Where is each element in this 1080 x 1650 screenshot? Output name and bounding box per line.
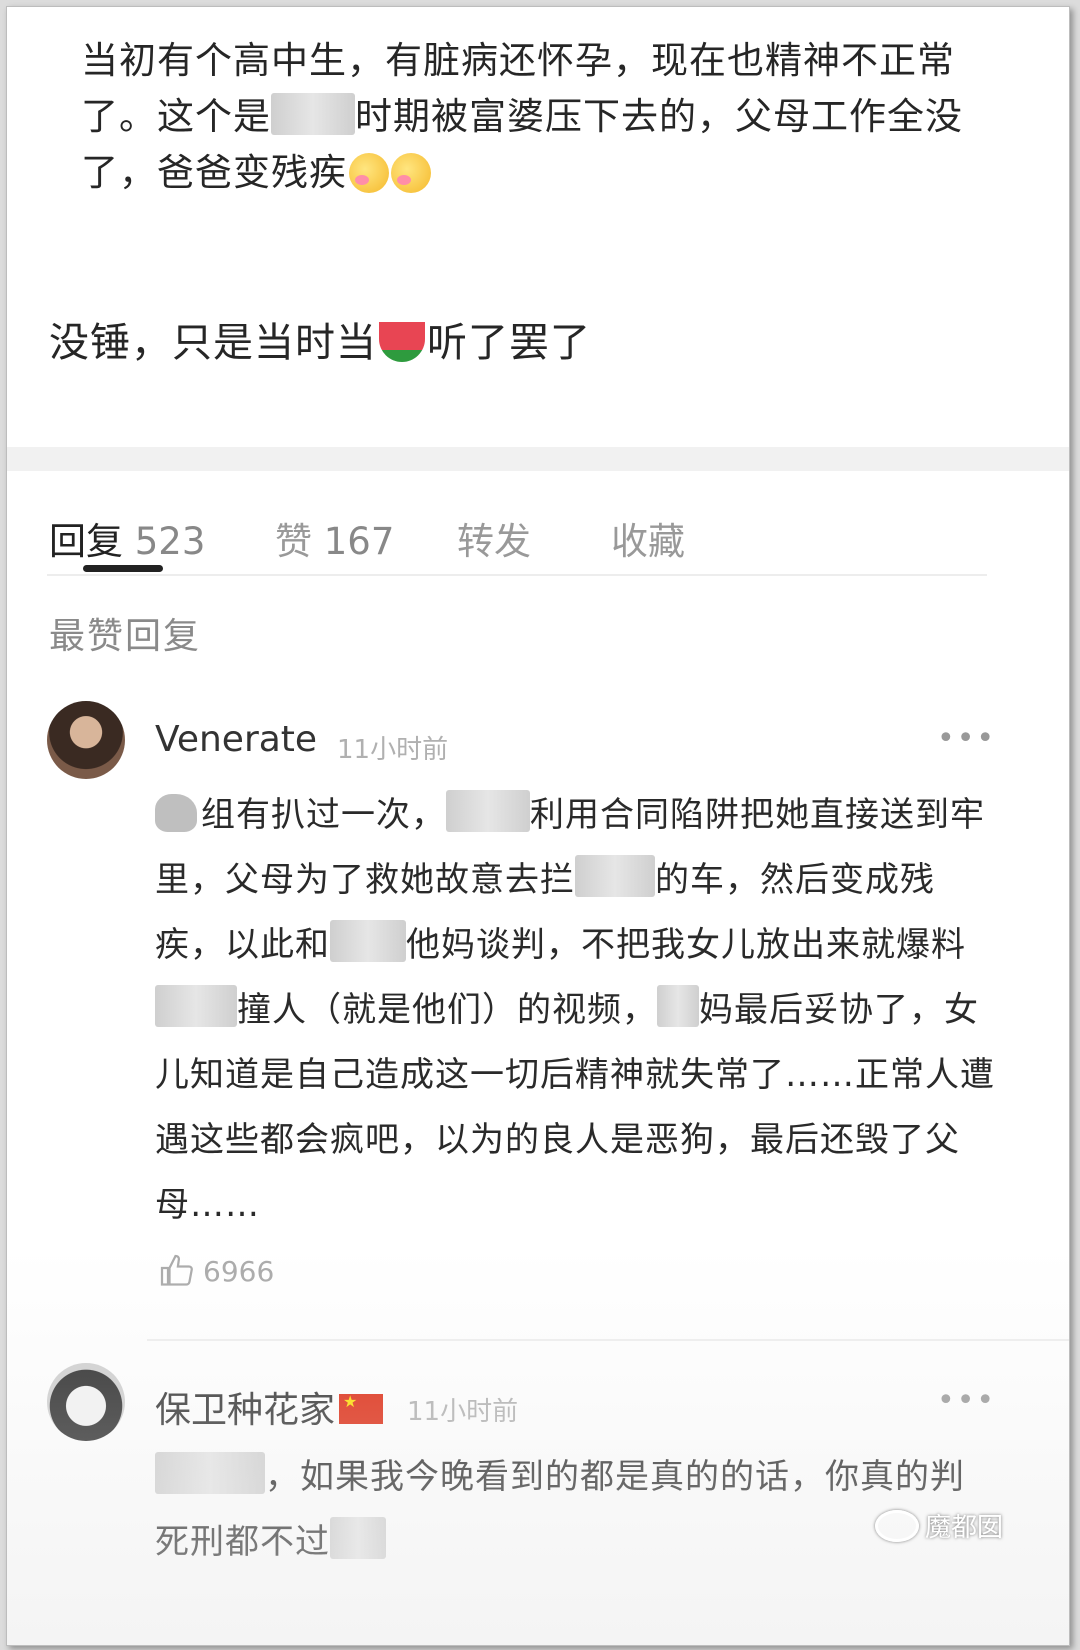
- post-text: 没锤，只是当时当: [49, 320, 377, 366]
- redacted-blur: [657, 985, 699, 1027]
- comment-text-part: ，如果我今晚看到的都是真的的话，你真的判死刑都不过: [155, 1457, 965, 1562]
- watermelon-emoji-icon: [379, 322, 425, 362]
- redacted-blur: [155, 1452, 265, 1494]
- tab-bar: 回复 523 赞 167 转发 收藏: [7, 471, 1069, 581]
- more-options-icon[interactable]: •••: [937, 721, 996, 756]
- china-flag-icon: [339, 1392, 384, 1424]
- more-options-icon[interactable]: •••: [937, 1383, 996, 1418]
- comment-text: 组有扒过一次， 利用合同陷阱把她直接送到牢里，父母为了救她故意去拦 的车，然后变成残…: [155, 783, 995, 1238]
- avatar[interactable]: [47, 1363, 125, 1441]
- tab-label: 收藏: [611, 520, 685, 563]
- tab-divider: [47, 574, 987, 576]
- comment-text-part: 组有扒过一次，: [201, 795, 446, 835]
- watermark: 魔都囡: [875, 1507, 1003, 1544]
- redacted-blur: [330, 920, 406, 962]
- comment-text-part: 他妈谈判，不把我女儿放出来就爆料: [406, 925, 966, 965]
- wechat-icon: [875, 1510, 919, 1542]
- avatar[interactable]: [47, 701, 125, 779]
- section-separator: [7, 447, 1069, 471]
- like-count: 6966: [203, 1255, 275, 1288]
- section-title: 最赞回复: [49, 616, 202, 657]
- smiling-face-emoji-icon: [349, 153, 389, 193]
- watermark-text: 魔都囡: [925, 1513, 1004, 1543]
- tab-likes[interactable]: 赞 167: [275, 511, 394, 565]
- tab-label: 赞: [275, 520, 312, 563]
- tab-favorite[interactable]: 收藏: [611, 511, 685, 565]
- tab-repost[interactable]: 转发: [457, 511, 531, 565]
- comment-text-part: 撞人（就是他们）的视频，: [237, 990, 657, 1030]
- redacted-blur: [155, 985, 237, 1027]
- post-text: 听了罢了: [427, 320, 591, 366]
- comment-time: 11小时前: [337, 735, 449, 765]
- redacted-blur: [330, 1517, 386, 1559]
- redacted-blur: [446, 790, 530, 832]
- username-text: 保卫种花家: [155, 1390, 336, 1431]
- active-tab-indicator: [83, 565, 163, 572]
- redacted-blur: [271, 93, 355, 135]
- tab-label: 回复: [49, 520, 123, 563]
- comment-time: 11小时前: [407, 1397, 519, 1427]
- tab-count: 523: [134, 520, 206, 563]
- tab-count: 167: [323, 520, 395, 563]
- like-button[interactable]: 6966: [159, 1253, 274, 1289]
- redacted-blur: [575, 855, 655, 897]
- post-paragraph-1: 当初有个高中生，有脏病还怀孕，现在也精神不正常了。这个是 时期被富婆压下去的，父母…: [81, 33, 1011, 201]
- tab-replies[interactable]: 回复 523: [49, 511, 205, 565]
- post-paragraph-2: 没锤，只是当时当 听了罢了: [49, 315, 591, 371]
- post-content: 当初有个高中生，有脏病还怀孕，现在也精神不正常了。这个是 时期被富婆压下去的，父母…: [7, 7, 1069, 447]
- comment-divider: [147, 1339, 1069, 1341]
- smiling-face-emoji-icon: [391, 153, 431, 193]
- elephant-emoji-icon: [155, 794, 197, 832]
- comment-username[interactable]: 保卫种花家: [155, 1381, 384, 1433]
- thumbs-up-icon: [160, 1254, 193, 1286]
- screenshot-frame: 当初有个高中生，有脏病还怀孕，现在也精神不正常了。这个是 时期被富婆压下去的，父母…: [6, 6, 1070, 1646]
- comment-username[interactable]: Venerate: [155, 719, 317, 760]
- tab-label: 转发: [457, 520, 531, 563]
- comment-text: ，如果我今晚看到的都是真的的话，你真的判死刑都不过: [155, 1445, 995, 1575]
